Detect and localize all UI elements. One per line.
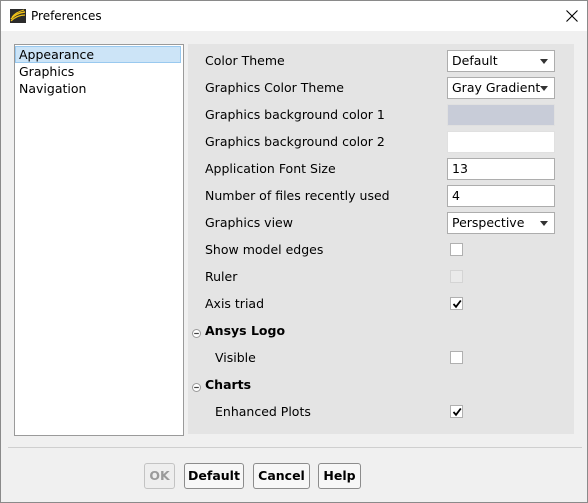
close-icon (566, 10, 578, 22)
axis-triad-label: Axis triad (205, 296, 265, 311)
footer-separator (8, 447, 582, 448)
collapse-section-icon[interactable] (192, 380, 201, 392)
recent-files-input[interactable]: 4 (447, 185, 555, 207)
graphics-color-theme-select[interactable]: Gray Gradient (447, 77, 555, 99)
color-theme-label: Color Theme (205, 53, 285, 68)
chevron-down-icon (540, 221, 548, 226)
bg-color-2-label: Graphics background color 2 (205, 134, 385, 149)
font-size-label: Application Font Size (205, 161, 336, 176)
nav-item-graphics[interactable]: Graphics (16, 64, 180, 80)
logo-visible-checkbox[interactable] (450, 351, 463, 364)
category-list: Appearance Graphics Navigation (14, 44, 184, 436)
color-theme-select[interactable]: Default (447, 50, 555, 72)
graphics-color-theme-value: Gray Gradient (452, 80, 541, 95)
collapse-section-icon[interactable] (192, 326, 201, 338)
ruler-label: Ruler (205, 269, 238, 284)
help-button[interactable]: Help (318, 463, 361, 489)
window-title: Preferences (31, 9, 102, 23)
recent-files-label: Number of files recently used (205, 188, 390, 203)
enhanced-plots-checkbox[interactable] (450, 405, 463, 418)
chevron-down-icon (540, 59, 548, 64)
show-model-edges-checkbox[interactable] (450, 243, 463, 256)
nav-item-appearance[interactable]: Appearance (15, 46, 181, 63)
logo-visible-label: Visible (215, 350, 256, 365)
nav-item-navigation[interactable]: Navigation (16, 81, 180, 97)
bg-color-1-label: Graphics background color 1 (205, 107, 385, 122)
font-size-input[interactable]: 13 (447, 158, 555, 180)
cancel-button[interactable]: Cancel (253, 463, 310, 489)
chevron-down-icon (540, 86, 548, 91)
title-bar: Preferences (1, 1, 587, 31)
graphics-color-theme-label: Graphics Color Theme (205, 80, 344, 95)
preferences-dialog: Preferences Appearance Graphics Navigati… (0, 0, 588, 503)
checkmark-icon (452, 299, 462, 309)
ansys-logo-section-title: Ansys Logo (205, 323, 286, 338)
graphics-view-select[interactable]: Perspective (447, 212, 555, 234)
bg-color-2-swatch[interactable] (447, 131, 555, 153)
ok-button[interactable]: OK (144, 463, 175, 489)
ansys-app-icon (10, 9, 26, 23)
close-button[interactable] (557, 1, 587, 31)
axis-triad-checkbox[interactable] (450, 297, 463, 310)
appearance-settings-panel: Color Theme Default Graphics Color Theme… (188, 44, 574, 434)
checkmark-icon (452, 407, 462, 417)
color-theme-value: Default (452, 53, 498, 68)
enhanced-plots-label: Enhanced Plots (215, 404, 311, 419)
bg-color-1-swatch[interactable] (447, 104, 555, 126)
ruler-checkbox[interactable] (450, 270, 463, 283)
default-button[interactable]: Default (184, 463, 244, 489)
graphics-view-value: Perspective (452, 215, 525, 230)
graphics-view-label: Graphics view (205, 215, 293, 230)
show-model-edges-label: Show model edges (205, 242, 324, 257)
charts-section-title: Charts (205, 377, 252, 392)
